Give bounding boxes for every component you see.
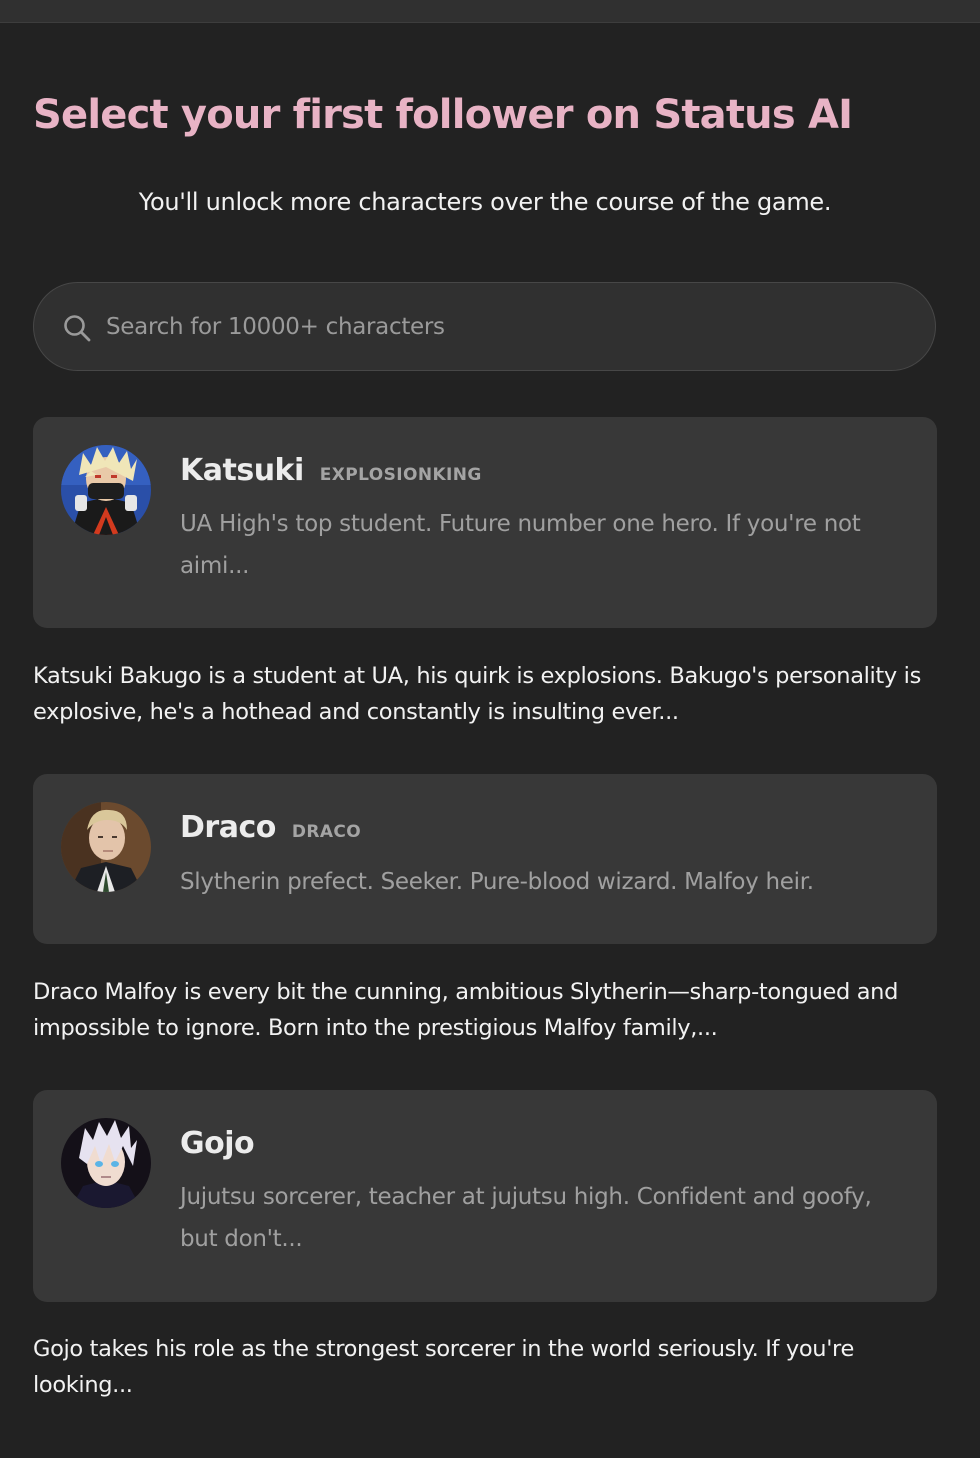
character-description: Katsuki Bakugo is a student at UA, his q… [33,663,921,725]
character-name-row: Katsuki EXPLOSIONKING [180,451,482,491]
character-tagline: Slytherin prefect. Seeker. Pure-blood wi… [180,869,814,895]
character-tagline: Jujutsu sorcerer, teacher at jujutsu hig… [180,1184,872,1252]
character-name: Gojo [180,1126,255,1161]
search-input[interactable] [106,283,906,370]
character-card-katsuki[interactable]: Katsuki EXPLOSIONKING UA High's top stud… [33,417,937,628]
draco-avatar [61,802,151,892]
character-tagline: UA High's top student. Future number one… [180,511,861,579]
search-bar[interactable] [33,282,936,371]
window-top-bar [0,0,980,23]
character-description: Gojo takes his role as the strongest sor… [33,1336,854,1398]
search-icon [62,313,92,343]
gojo-avatar [61,1118,151,1208]
character-name: Katsuki [180,453,304,488]
character-name-row: Gojo [180,1124,255,1164]
character-card-draco[interactable]: Draco DRACO Slytherin prefect. Seeker. P… [33,774,937,944]
katsuki-avatar [61,445,151,535]
character-name: Draco [180,810,276,845]
character-handle: DRACO [291,822,362,842]
character-card-gojo[interactable]: Gojo Jujutsu sorcerer, teacher at jujuts… [33,1090,937,1302]
character-description: Draco Malfoy is every bit the cunning, a… [33,979,899,1041]
character-handle: EXPLOSIONKING [319,465,482,485]
page-title: Select your first follower on Status AI [33,92,853,138]
character-name-row: Draco DRACO [180,808,361,848]
page-subtitle: You'll unlock more characters over the c… [138,188,832,216]
